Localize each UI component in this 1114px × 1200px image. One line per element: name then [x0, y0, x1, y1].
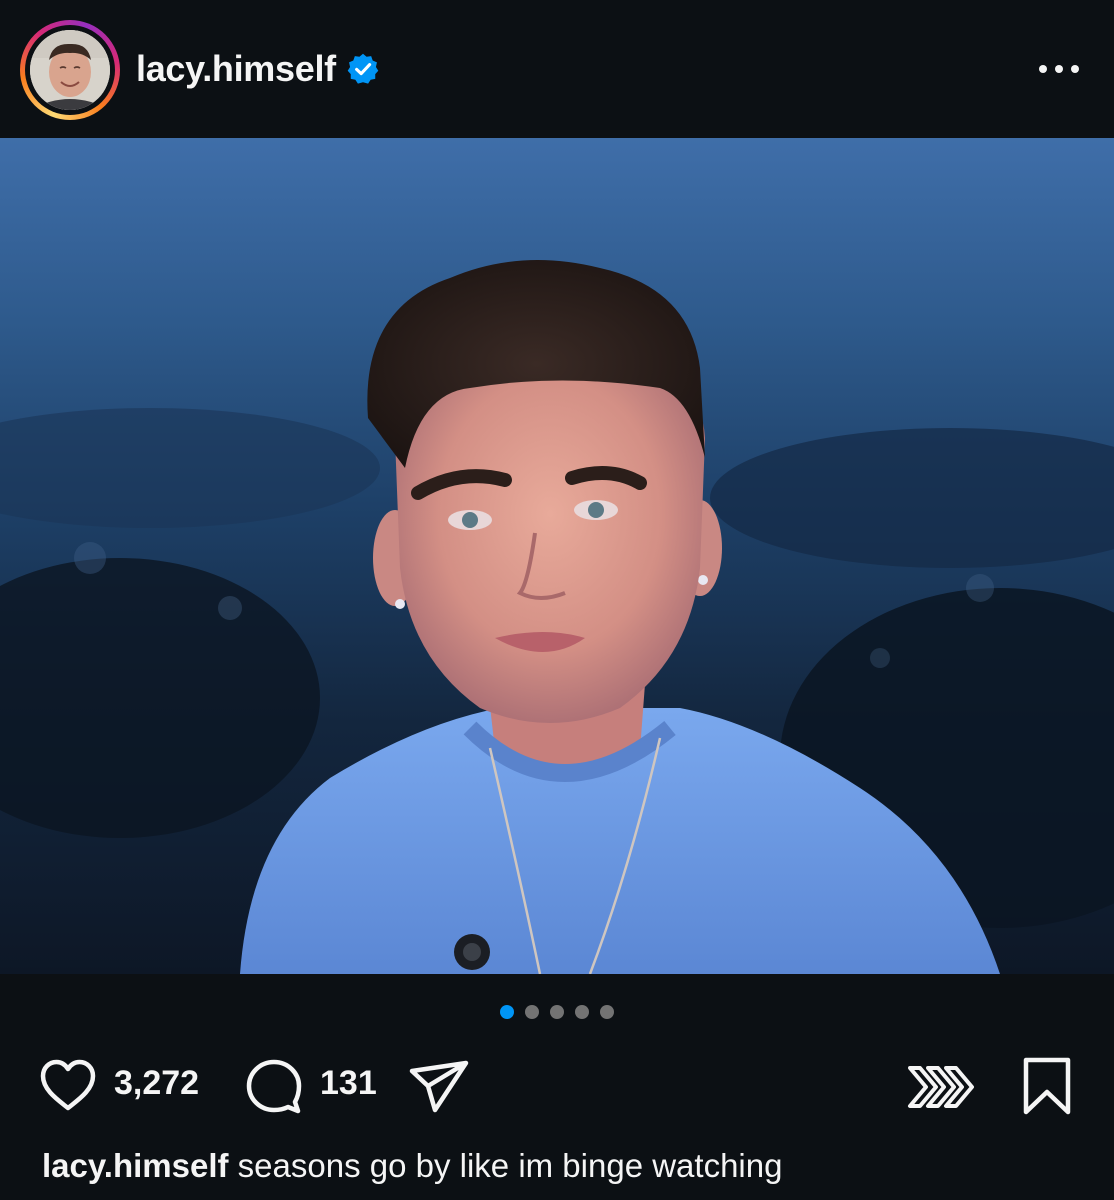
avatar-image: [30, 30, 110, 110]
bookmark-icon[interactable]: [1020, 1056, 1074, 1116]
avatar[interactable]: [30, 30, 110, 110]
caption-text: seasons go by like im binge watching: [237, 1147, 783, 1184]
verified-badge-icon: [347, 53, 379, 84]
like-count[interactable]: 3,272: [114, 1064, 199, 1103]
carousel-indicator: [0, 1004, 1114, 1020]
send-icon[interactable]: [408, 1058, 470, 1114]
caption-username[interactable]: lacy.himself: [42, 1147, 228, 1184]
carousel-dot-4[interactable]: [575, 1005, 589, 1019]
username-row: lacy.himself: [136, 44, 380, 94]
post-username[interactable]: lacy.himself: [136, 48, 336, 90]
carousel-dot-2[interactable]: [525, 1005, 539, 1019]
post-image: [0, 138, 1114, 974]
comment-count[interactable]: 131: [320, 1064, 377, 1103]
carousel-dot-3[interactable]: [550, 1005, 564, 1019]
carousel-dot-1[interactable]: [500, 1005, 514, 1019]
carousel-dot-5[interactable]: [600, 1005, 614, 1019]
remix-icon[interactable]: [906, 1060, 978, 1114]
post-caption: lacy.himself seasons go by like im binge…: [42, 1144, 1092, 1188]
more-horizontal-icon[interactable]: [1034, 52, 1084, 86]
post-actions: 3,272 131: [0, 1050, 1114, 1120]
heart-icon[interactable]: [38, 1058, 98, 1114]
comment-icon[interactable]: [244, 1058, 304, 1114]
post-photo[interactable]: [0, 138, 1114, 974]
story-ring[interactable]: [20, 20, 120, 120]
post-header: lacy.himself: [0, 0, 1114, 138]
